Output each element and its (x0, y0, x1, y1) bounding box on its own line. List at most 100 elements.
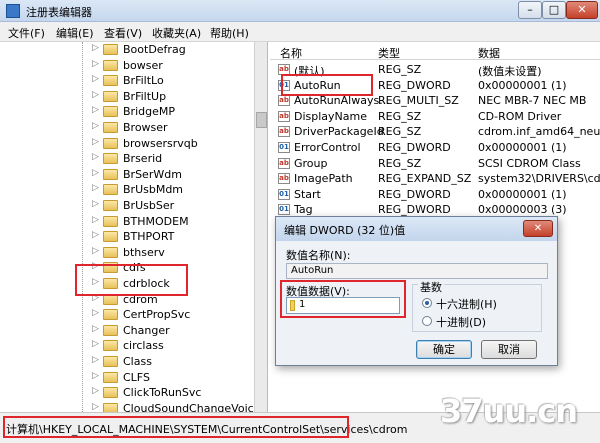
maximize-button[interactable]: □ (542, 1, 566, 19)
value-name: Group (294, 156, 328, 170)
value-type: REG_SZ (378, 156, 422, 170)
value-data: 0x00000001 (1) (478, 187, 567, 201)
title-bar: 注册表编辑器 – □ ✕ (0, 0, 600, 22)
tree-scrollbar[interactable] (254, 42, 267, 412)
menu-view[interactable]: 查看(V) (104, 25, 142, 41)
expand-arrow-icon[interactable]: ▷ (92, 386, 99, 396)
expand-arrow-icon[interactable]: ▷ (92, 230, 99, 240)
tree-item[interactable]: ▷ bthserv (92, 245, 262, 261)
value-data: system32\DRIVERS\cdrom.s (478, 172, 600, 186)
minimize-button[interactable]: – (518, 1, 542, 19)
expand-arrow-icon[interactable]: ▷ (92, 371, 99, 381)
tree-item[interactable]: ▷ BridgeMP (92, 104, 262, 120)
value-row[interactable]: ab DriverPackageId REG_SZ cdrom.inf_amd64_n… (270, 124, 600, 139)
tree-item[interactable]: ▷ BTHPORT (92, 229, 262, 245)
expand-arrow-icon[interactable]: ▷ (92, 308, 99, 318)
tree-item[interactable]: ▷ Brserid (92, 151, 262, 167)
expand-arrow-icon[interactable]: ▷ (92, 339, 99, 349)
value-type: REG_SZ (378, 63, 422, 76)
value-row[interactable]: ab ImagePath REG_EXPAND_SZ system32\DRIVERS… (270, 171, 600, 186)
cancel-button[interactable]: 取消 (481, 340, 537, 359)
tree-item-label: bthserv (123, 245, 165, 259)
value-data: (数值未设置) (478, 65, 542, 78)
column-type[interactable]: 类型 (378, 45, 400, 61)
expand-arrow-icon[interactable]: ▷ (92, 168, 99, 178)
highlight-status-path (3, 416, 349, 438)
tree-item[interactable]: ▷ Browser (92, 120, 262, 136)
folder-icon (103, 356, 118, 367)
tree-item[interactable]: ▷ bowser (92, 58, 262, 74)
expand-arrow-icon[interactable]: ▷ (92, 90, 99, 100)
menu-favorites[interactable]: 收藏夹(A) (152, 25, 201, 41)
menu-edit[interactable]: 编辑(E) (56, 25, 94, 41)
tree-item[interactable]: ▷ CloudSoundChangeVoiceServic (92, 401, 267, 412)
tree-item-label: BTHMODEM (123, 214, 189, 228)
dec-label[interactable]: 十进制(D) (436, 314, 486, 330)
highlight-cdrom (75, 264, 188, 296)
expand-arrow-icon[interactable]: ▷ (92, 324, 99, 334)
tree-item[interactable]: ▷ BrFiltLo (92, 73, 262, 89)
tree-item[interactable]: ▷ Class (92, 354, 262, 370)
folder-icon (103, 106, 118, 118)
folder-icon (103, 59, 118, 71)
expand-arrow-icon[interactable]: ▷ (92, 59, 99, 69)
expand-arrow-icon[interactable]: ▷ (92, 43, 99, 53)
tree-item[interactable]: ▷ BrUsbMdm (92, 182, 262, 198)
expand-arrow-icon[interactable]: ▷ (92, 402, 99, 412)
tree-item[interactable]: ▷ BrSerWdm (92, 167, 262, 183)
folder-icon (103, 153, 118, 165)
menu-help[interactable]: 帮助(H) (210, 25, 249, 41)
expand-arrow-icon[interactable]: ▷ (92, 355, 99, 365)
tree-item[interactable]: ▷ CertPropSvc (92, 307, 262, 323)
tree-item[interactable]: ▷ circlass (92, 338, 262, 354)
tree-item[interactable]: ▷ BTHMODEM (92, 214, 262, 230)
dialog-close-button[interactable]: ✕ (523, 220, 553, 237)
value-row[interactable]: 01 ErrorControl REG_DWORD 0x00000001 (1) (270, 140, 600, 155)
tree-item[interactable]: ▷ BrUsbSer (92, 198, 262, 214)
value-row[interactable]: ab DisplayName REG_SZ CD-ROM Driver (270, 109, 600, 124)
column-data[interactable]: 数据 (478, 45, 500, 61)
folder-icon (103, 309, 118, 321)
expand-arrow-icon[interactable]: ▷ (92, 199, 99, 209)
folder-icon (103, 137, 118, 149)
tree-item[interactable]: ▷ BootDefrag (92, 42, 262, 58)
expand-arrow-icon[interactable]: ▷ (92, 215, 99, 225)
tree-item[interactable]: ▷ Changer (92, 323, 262, 339)
menu-file[interactable]: 文件(F) (8, 25, 45, 41)
folder-icon (103, 122, 118, 133)
tree-item[interactable]: ▷ ClickToRunSvc (92, 385, 262, 401)
expand-arrow-icon[interactable]: ▷ (92, 246, 99, 256)
tree-item[interactable]: ▷ CLFS (92, 370, 262, 386)
expand-arrow-icon[interactable]: ▷ (92, 121, 99, 131)
hex-radio[interactable] (422, 298, 432, 308)
watermark: 37uu.cn (440, 392, 578, 430)
value-data: cdrom.inf_amd64_neutral_9 (478, 125, 600, 139)
tree-item-label: CertPropSvc (123, 308, 191, 322)
tree-item-label: BrFiltUp (123, 89, 167, 103)
hex-label[interactable]: 十六进制(H) (436, 296, 497, 312)
folder-icon (103, 387, 118, 399)
tree-item-label: bowser (123, 58, 163, 72)
expand-arrow-icon[interactable]: ▷ (92, 105, 99, 115)
expand-arrow-icon[interactable]: ▷ (92, 152, 99, 162)
ok-button[interactable]: 确定 (416, 340, 472, 359)
value-type: REG_EXPAND_SZ (378, 172, 472, 186)
column-name[interactable]: 名称 (280, 45, 302, 61)
expand-arrow-icon[interactable]: ▷ (92, 137, 99, 147)
tree-item-label: Class (123, 355, 152, 368)
registry-tree[interactable]: ▷ BootDefrag ▷ bowser ▷ BrFiltLo ▷ BrFiltUp ▷ Bri… (0, 42, 268, 412)
tree-scrollbar-thumb[interactable] (256, 112, 267, 128)
value-name: AutoRunAlways... (294, 94, 390, 108)
close-button[interactable]: ✕ (566, 1, 598, 19)
tree-item[interactable]: ▷ browsersrvqb (92, 136, 262, 152)
value-data: CD-ROM Driver (478, 109, 562, 123)
tree-item[interactable]: ▷ BrFiltUp (92, 89, 262, 105)
expand-arrow-icon[interactable]: ▷ (92, 74, 99, 84)
dec-radio[interactable] (422, 316, 432, 326)
value-row[interactable]: ab Group REG_SZ SCSI CDROM Class (270, 156, 600, 171)
value-type: REG_MULTI_SZ (378, 94, 459, 108)
value-row[interactable]: 01 Start REG_DWORD 0x00000001 (1) (270, 187, 600, 202)
string-value-icon: ab (278, 126, 290, 138)
tree-item-label: ClickToRunSvc (123, 386, 202, 400)
expand-arrow-icon[interactable]: ▷ (92, 183, 99, 193)
